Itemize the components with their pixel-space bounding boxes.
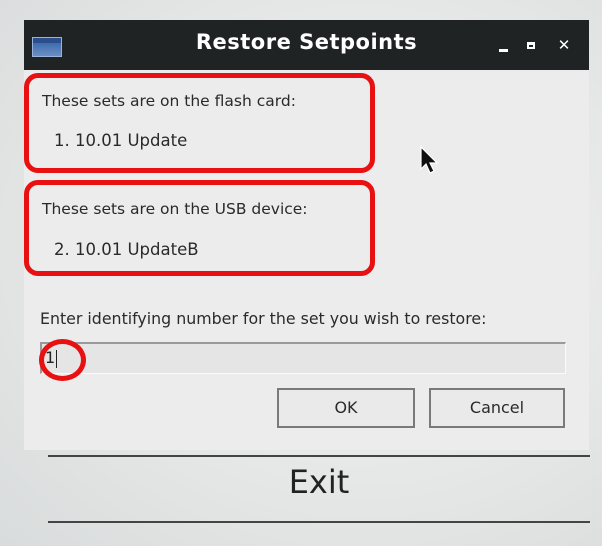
minimize-icon[interactable] — [493, 33, 515, 57]
restore-prompt-label: Enter identifying number for the set you… — [40, 309, 487, 328]
input-highlight — [39, 339, 86, 381]
close-icon[interactable]: ✕ — [553, 33, 575, 57]
ok-button[interactable]: OK — [277, 388, 415, 428]
set-number-input[interactable]: 1 — [40, 342, 566, 374]
usb-device-highlight — [24, 180, 375, 276]
restore-setpoints-dialog: Restore Setpoints ✕ These sets are on th… — [24, 20, 589, 450]
screen: Restore Setpoints ✕ These sets are on th… — [0, 0, 602, 546]
maximize-icon[interactable] — [521, 33, 543, 57]
cancel-button[interactable]: Cancel — [429, 388, 565, 428]
exit-button[interactable]: Exit — [48, 455, 590, 523]
flash-card-highlight — [24, 73, 375, 173]
mouse-cursor-icon — [420, 145, 439, 174]
exit-label: Exit — [288, 463, 350, 501]
title-bar[interactable]: Restore Setpoints ✕ — [24, 20, 589, 70]
